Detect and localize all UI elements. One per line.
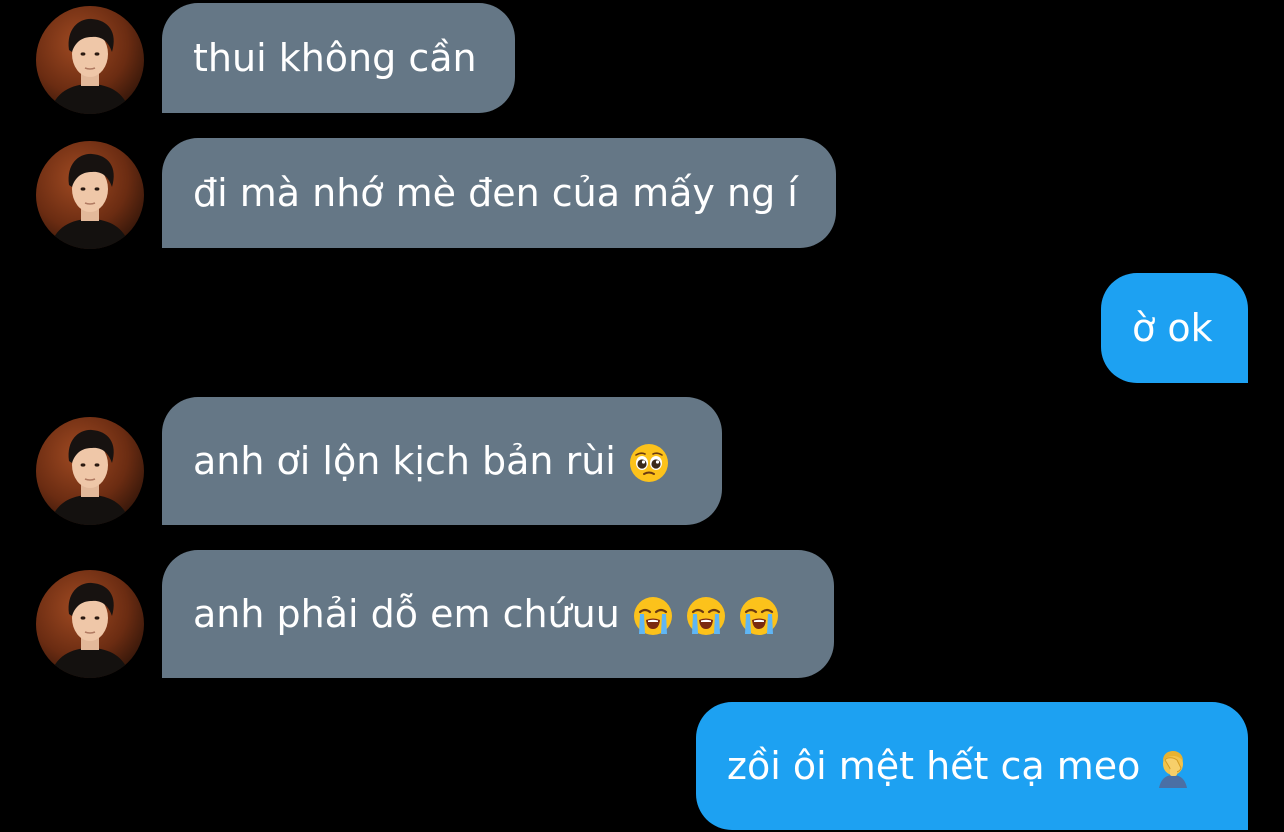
contact-avatar[interactable] (36, 417, 144, 525)
loudly-crying-face-emoji (686, 596, 726, 636)
loudly-crying-face-emoji (739, 596, 779, 636)
message-text: anh ơi lộn kịch bản rùi (193, 439, 616, 483)
face-palm-emoji (1153, 748, 1193, 788)
message-text: thui không cần (193, 36, 477, 80)
incoming-message-bubble[interactable]: thui không cần (162, 3, 515, 113)
incoming-message-bubble[interactable]: anh phải dỗ em chứuu (162, 550, 834, 678)
loudly-crying-face-emoji (633, 596, 673, 636)
message-text: zồi ôi mệt hết cạ meo (727, 744, 1141, 788)
incoming-message-bubble[interactable]: anh ơi lộn kịch bản rùi (162, 397, 722, 525)
outgoing-message-bubble[interactable]: ờ ok (1101, 273, 1248, 383)
contact-avatar[interactable] (36, 570, 144, 678)
outgoing-message-bubble[interactable]: zồi ôi mệt hết cạ meo (696, 702, 1248, 830)
pleading-face-emoji (629, 443, 669, 483)
message-text: anh phải dỗ em chứuu (193, 592, 620, 636)
incoming-message-bubble[interactable]: đi mà nhớ mè đen của mấy ng í (162, 138, 836, 248)
message-text: ờ ok (1132, 306, 1213, 350)
message-text: đi mà nhớ mè đen của mấy ng í (193, 171, 798, 215)
contact-avatar[interactable] (36, 141, 144, 249)
contact-avatar[interactable] (36, 6, 144, 114)
